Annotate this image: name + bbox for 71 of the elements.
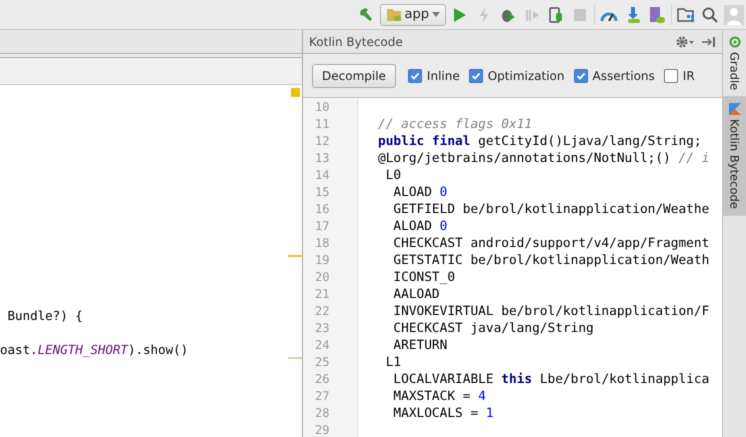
gear-icon[interactable] — [676, 36, 694, 48]
kotlin-icon — [728, 103, 740, 116]
line-number: 23 — [314, 320, 330, 337]
code-line: GETFIELD be/brol/kotlinapplication/Weathe — [392, 201, 710, 218]
checkbox-label: Inline — [426, 68, 460, 82]
hammer-icon — [358, 6, 374, 22]
code-line: L1 — [384, 354, 402, 371]
checkbox[interactable] — [664, 68, 678, 82]
code-line: ARETURN — [392, 337, 448, 354]
code-line: ICONST_0 — [392, 269, 456, 286]
code-line: Bundle?) { — [6, 307, 83, 324]
line-number: 11 — [314, 116, 330, 133]
code-line: oast.LENGTH_SHORT).show() — [0, 341, 188, 358]
line-number: 27 — [314, 388, 330, 405]
lightning-icon — [479, 6, 489, 22]
avd-button[interactable] — [647, 4, 667, 24]
checkbox[interactable] — [574, 68, 588, 82]
line-number: 21 — [314, 286, 330, 303]
code-line: CHECKCAST java/lang/String — [392, 320, 595, 337]
side-tab[interactable]: Kotlin Bytecode — [723, 97, 746, 216]
code-line: L0 — [384, 167, 402, 184]
checkbox-label: Assertions — [592, 68, 655, 82]
search-icon — [702, 6, 718, 22]
code-line: ALOAD 0 — [392, 218, 448, 235]
panel-title: Kotlin Bytecode — [309, 34, 403, 48]
decompile-button[interactable]: Decompile — [312, 64, 396, 88]
run-config-dropdown[interactable]: app — [380, 4, 446, 26]
line-number: 24 — [314, 337, 330, 354]
line-number: 22 — [314, 303, 330, 320]
code-line: ALOAD 0 — [392, 184, 448, 201]
android-folder-icon — [386, 8, 402, 22]
warning-marker — [291, 88, 300, 97]
folder-icon — [677, 6, 695, 22]
run-icon — [453, 6, 467, 22]
line-number: 10 — [314, 99, 330, 116]
checkbox-label: IR — [682, 68, 695, 82]
line-number: 13 — [314, 150, 330, 167]
code-line: @Lorg/jetbrains/annotations/NotNull;() // i — [378, 150, 710, 167]
gradle-icon — [728, 36, 740, 48]
code-line: INVOKEVIRTUAL be/brol/kotlinapplication/F — [392, 303, 710, 320]
checkbox[interactable] — [408, 68, 422, 82]
line-number: 26 — [314, 371, 330, 388]
line-number: 19 — [314, 252, 330, 269]
line-number: 20 — [314, 269, 330, 286]
code-line: MAXLOCALS = 1 — [392, 405, 495, 422]
stripe-marker — [288, 357, 302, 359]
line-number: 29 — [314, 422, 330, 437]
code-line: // access flags 0x11 — [378, 116, 534, 133]
code-line: GETSTATIC be/brol/kotlinapplication/Weath — [392, 252, 710, 269]
caret-icon — [432, 12, 440, 17]
code-line: CHECKCAST android/support/v4/app/Fragment — [392, 235, 710, 252]
line-number: 25 — [314, 354, 330, 371]
line-number: 15 — [314, 184, 330, 201]
code-line: AALOAD — [392, 286, 441, 303]
line-number: 28 — [314, 405, 330, 422]
code-line: LOCALVARIABLE this Lbe/brol/kotlinapplica — [392, 371, 710, 388]
code-line: public final getCityId()Ljava/lang/String; — [378, 133, 703, 150]
line-number: 18 — [314, 235, 330, 252]
checkbox[interactable] — [468, 68, 483, 82]
stop-icon — [573, 8, 587, 22]
code-line: MAXSTACK = 4 — [392, 388, 487, 405]
stripe-marker — [288, 255, 302, 257]
line-number: 14 — [314, 167, 330, 184]
phone-icon — [648, 6, 666, 24]
hide-icon[interactable] — [702, 36, 716, 48]
line-number: 12 — [314, 133, 330, 150]
line-number: 17 — [314, 218, 330, 235]
search-button[interactable] — [700, 4, 720, 24]
checkbox-label: Optimization — [488, 68, 564, 82]
device-icon — [549, 6, 563, 22]
line-number: 16 — [314, 201, 330, 218]
